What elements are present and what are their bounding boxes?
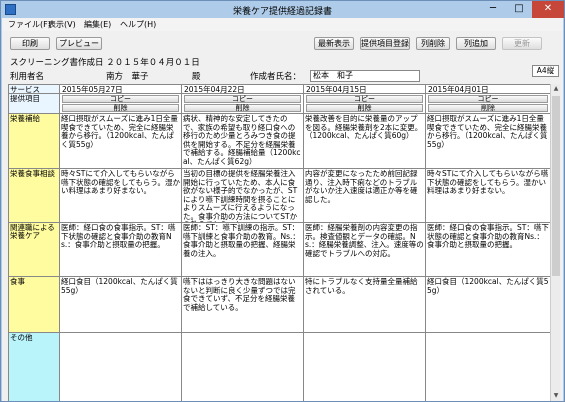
record-cell[interactable]: 経口食目（1200kcal、たんぱく質55g） — [426, 277, 550, 333]
preview-button[interactable]: プレビュー — [56, 37, 102, 50]
close-button[interactable]: ✕ — [532, 1, 564, 18]
content-area: 印刷 プレビュー 最新表示 提供項目登録 列削除 列追加 更新 スクリーニング書… — [2, 31, 563, 401]
record-cell[interactable]: 経口摂取がスムーズに進み1日全量喫食できていため、完全に経腸栄養から移行。（12… — [426, 114, 550, 169]
table-row: 関連職による栄養ケア 医師：経口食の食事指示。ST：嚥下状態の確認と食事介助の教… — [9, 223, 550, 277]
table-row: 栄養補給 経口摂取がスムーズに進み1日全量喫食できていため、完全に経腸栄養から移… — [9, 114, 550, 169]
table-row: 栄養食事相談 時々STにて介入してもらいながら嚥下状態の確認をしてもらう。湿かい… — [9, 169, 550, 223]
main-window: 栄養ケア提供経過記録書 ─ □ ✕ ファイル(F) 表示(V) 編集(E) ヘル… — [0, 0, 565, 402]
user-label: 利用者名 — [10, 72, 45, 82]
paper-size-badge: A4縦 — [532, 65, 559, 77]
minimize-button[interactable]: ─ — [480, 1, 506, 18]
record-cell[interactable]: 内容が変更になったため前回記録通り、注入時下痢などのトラブルがないか注入速度は適… — [304, 169, 426, 223]
menu-file[interactable]: ファイル(F) — [8, 19, 51, 30]
delete-button[interactable]: 削除 — [184, 104, 301, 112]
author-name-field[interactable]: 松本 和子 — [310, 70, 420, 82]
record-cell[interactable]: 栄養改善を目的に栄養量のアップを図る。経腸栄養剤を2本に変更。（1200kcal… — [304, 114, 426, 169]
table-row: 食事 経口食目（1200kcal、たんぱく質55g） 嚥下ははっきり大きな問題は… — [9, 277, 550, 333]
record-cell[interactable]: 経口食目（1200kcal、たんぱく質55g） — [60, 277, 182, 333]
latest-button[interactable]: 最新表示 — [314, 37, 354, 50]
add-column-button[interactable]: 列追加 — [456, 37, 496, 50]
delete-button[interactable]: 削除 — [428, 104, 548, 112]
delete-button[interactable]: 削除 — [62, 104, 179, 112]
record-cell[interactable] — [182, 333, 304, 401]
record-cell[interactable]: 病状、精神的な安定してきたので、家族の希望も取り経口食への移行のため少量とろみつ… — [182, 114, 304, 169]
record-cell[interactable]: 医師：経腸栄養剤の内容変更の指示。検査値観とデータの確認。Ns.：経腸栄養調整、… — [304, 223, 426, 277]
scroll-up-icon[interactable]: ▲ — [551, 84, 561, 94]
user-name: 南方 華子 — [106, 72, 149, 82]
menu-edit[interactable]: 編集(E) — [84, 19, 111, 30]
copy-button[interactable]: コピー — [184, 95, 301, 103]
service-label: サービス — [9, 85, 60, 94]
record-cell[interactable]: 当初の目標の提供を経腸栄養注入開始に行っていたため、本人に食欲がない様子的でなか… — [182, 169, 304, 223]
maximize-button[interactable]: □ — [506, 1, 532, 18]
copy-button[interactable]: コピー — [306, 95, 423, 103]
record-cell[interactable] — [60, 333, 182, 401]
row-label: その他 — [9, 333, 60, 401]
copy-button[interactable]: コピー — [428, 95, 548, 103]
column-date: 2015年04月22日 — [182, 85, 304, 94]
delete-column-button[interactable]: 列削除 — [416, 37, 450, 50]
action-row: 提供項目 コピー 削除 コピー 削除 コピー 削除 コピー 削除 — [9, 94, 550, 114]
column-date: 2015年05月27日 — [60, 85, 182, 94]
record-cell[interactable]: 嚥下ははっきり大きな問題はないないと判断に良く少量ずつでは完食できていず、不足分… — [182, 277, 304, 333]
record-cell[interactable]: 医師：経口食の食事指示。ST：嚥下状態の確認と食事介助の教育Ns.：食事介助と摂… — [426, 223, 550, 277]
column-date: 2015年04月01日 — [426, 85, 550, 94]
record-grid: サービス 2015年05月27日 2015年04月22日 2015年04月15日… — [8, 84, 550, 401]
record-cell[interactable]: 時々STにて介入してもらいながら嚥下状態の確認をしてもらう。湿かい料理はあまり好… — [60, 169, 182, 223]
menu-view[interactable]: 表示(V) — [48, 19, 76, 30]
register-item-button[interactable]: 提供項目登録 — [360, 37, 410, 50]
screening-date: スクリーニング書作成日 ２０１５年０４月０１日 — [10, 58, 200, 68]
record-cell[interactable] — [426, 333, 550, 401]
menu-help[interactable]: ヘルプ(H) — [120, 19, 156, 30]
record-cell[interactable]: 経口摂取がスムーズに進み1日全量喫食できていため、完全に経腸栄養から移行。（12… — [60, 114, 182, 169]
column-date: 2015年04月15日 — [304, 85, 426, 94]
header-row: サービス 2015年05月27日 2015年04月22日 2015年04月15日… — [9, 85, 550, 94]
record-cell[interactable]: 医師：経口食の食事指示。ST：嚥下状態の確認と食事介助の教育Ns.：食事介助と摂… — [60, 223, 182, 277]
print-button[interactable]: 印刷 — [10, 37, 50, 50]
scroll-down-icon[interactable]: ▼ — [551, 391, 561, 401]
table-row: その他 — [9, 333, 550, 401]
record-cell[interactable]: 医師：ST：嚥下訓練の指示。ST：嚥下訓練と食事介助の教育。Ns.：食事介助と摂… — [182, 223, 304, 277]
row-label: 関連職による栄養ケア — [9, 223, 60, 277]
row-label: 食事 — [9, 277, 60, 333]
honorific: 殿 — [192, 72, 201, 82]
menu-bar: ファイル(F) 表示(V) 編集(E) ヘルプ(H) — [2, 18, 563, 31]
record-cell[interactable]: 時々STにて介入してもらいながら嚥下状態の確認をしてもらう。湿かい料理はあまり好… — [426, 169, 550, 223]
vertical-scrollbar[interactable]: ▲ ▼ — [550, 84, 560, 401]
scrollbar-thumb[interactable] — [552, 96, 560, 276]
title-bar[interactable]: 栄養ケア提供経過記録書 ─ □ ✕ — [1, 1, 564, 18]
record-cell[interactable] — [304, 333, 426, 401]
record-cell[interactable]: 特にトラブルなく支持量全量補給されている。 — [304, 277, 426, 333]
item-label: 提供項目 — [9, 94, 60, 114]
author-label: 作成者氏名： — [250, 72, 302, 82]
update-button[interactable]: 更新 — [502, 37, 542, 50]
copy-button[interactable]: コピー — [62, 95, 179, 103]
row-label: 栄養補給 — [9, 114, 60, 169]
row-label: 栄養食事相談 — [9, 169, 60, 223]
delete-button[interactable]: 削除 — [306, 104, 423, 112]
